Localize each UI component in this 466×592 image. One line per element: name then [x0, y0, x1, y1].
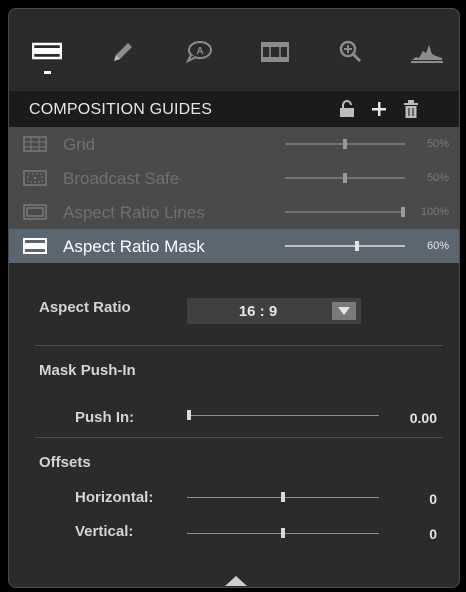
broadcast-safe-icon [23, 170, 47, 186]
aspect-ratio-label: Aspect Ratio [39, 299, 131, 316]
guide-percent: 100% [420, 206, 449, 218]
horizontal-offset-slider[interactable] [187, 492, 379, 502]
composition-guides-panel: A COMPOSITION GUIDES Grid 50% Broadcast … [8, 8, 460, 588]
annotation-pencil-tab[interactable] [101, 31, 145, 73]
horizontal-value: 0 [429, 491, 437, 507]
toolbar: A [9, 9, 459, 91]
guide-row-aspect-ratio-lines[interactable]: Aspect Ratio Lines 100% [9, 195, 459, 229]
guide-label: Broadcast Safe [63, 169, 180, 188]
grid-icon [23, 136, 47, 152]
aspect-mask-icon [23, 238, 47, 254]
horizontal-offset-knob[interactable] [281, 492, 285, 502]
vertical-offset-knob[interactable] [281, 528, 285, 538]
push-in-knob[interactable] [187, 410, 191, 420]
divider [35, 437, 443, 438]
push-in-value: 0.00 [409, 410, 437, 426]
aspect-lines-icon [23, 204, 47, 220]
plus-icon[interactable] [367, 97, 391, 121]
push-in-label: Push In: [75, 409, 135, 426]
aspect-ratio-dropdown[interactable]: 16 : 9 [187, 298, 361, 324]
aspect-rectangle-icon [32, 41, 62, 63]
trash-icon[interactable] [399, 97, 423, 121]
guide-row-grid[interactable]: Grid 50% [9, 127, 459, 161]
guide-row-aspect-ratio-mask[interactable]: Aspect Ratio Mask 60% [9, 229, 459, 263]
horizontal-label: Horizontal: [75, 489, 154, 506]
pencil-icon [111, 40, 135, 64]
composition-guides-header: COMPOSITION GUIDES [9, 91, 459, 127]
offsets-heading: Offsets [39, 454, 91, 471]
film-strip-tab[interactable] [253, 31, 297, 73]
vertical-offset-slider[interactable] [187, 528, 379, 538]
chevron-down-icon [338, 302, 350, 320]
speech-bubble-tab[interactable]: A [177, 31, 221, 73]
guide-label: Grid [63, 135, 96, 154]
speech-bubble-a-icon: A [185, 40, 213, 64]
broadcast-safe-opacity-slider[interactable] [285, 173, 405, 183]
histogram-icon [411, 41, 443, 63]
mask-push-in-heading: Mask Push-In [39, 362, 136, 379]
guide-label: Aspect Ratio Lines [63, 203, 205, 222]
unlock-icon[interactable] [335, 97, 359, 121]
film-strip-icon [260, 41, 290, 63]
active-tab-indicator [44, 71, 51, 74]
grid-opacity-slider[interactable] [285, 139, 405, 149]
dropdown-arrow-button[interactable] [332, 302, 356, 320]
aspect-ratio-value: 16 : 9 [238, 303, 278, 320]
aspect-ratio-mask-opacity-slider[interactable] [285, 241, 405, 251]
svg-text:A: A [196, 46, 203, 57]
histogram-tab[interactable] [405, 31, 449, 73]
divider [35, 345, 443, 346]
slider-knob[interactable] [401, 207, 405, 217]
slider-knob[interactable] [343, 139, 347, 149]
slider-knob[interactable] [343, 173, 347, 183]
push-in-slider[interactable] [187, 410, 379, 420]
section-title: COMPOSITION GUIDES [29, 101, 213, 118]
guide-label: Aspect Ratio Mask [63, 237, 205, 256]
magnifier-plus-icon [338, 39, 364, 65]
collapse-panel-button[interactable] [224, 573, 248, 587]
guide-percent: 50% [426, 172, 449, 184]
vertical-value: 0 [429, 526, 437, 542]
slider-knob[interactable] [355, 241, 359, 251]
composition-guides-tab[interactable] [25, 31, 69, 74]
chevron-up-icon [225, 573, 247, 587]
guide-percent: 50% [426, 138, 449, 150]
guide-row-broadcast-safe[interactable]: Broadcast Safe 50% [9, 161, 459, 195]
aspect-ratio-lines-opacity-slider[interactable] [285, 207, 405, 217]
guide-percent: 60% [426, 240, 449, 252]
zoom-tab[interactable] [329, 31, 373, 73]
vertical-label: Vertical: [75, 523, 134, 540]
